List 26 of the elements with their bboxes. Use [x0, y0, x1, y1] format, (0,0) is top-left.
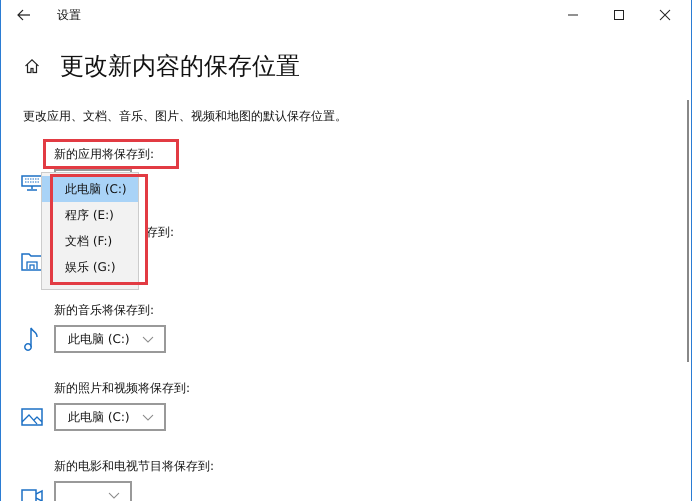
setting-label: 新的照片和视频将保存到:: [54, 380, 190, 396]
page-title: 更改新内容的保存位置: [60, 51, 300, 82]
close-icon[interactable]: [659, 9, 671, 21]
chevron-down-icon: [142, 336, 154, 342]
dropdown-option[interactable]: 此电脑 (C:): [42, 176, 138, 202]
scrollbar[interactable]: [687, 100, 689, 362]
folder-icon: [21, 251, 43, 271]
home-icon[interactable]: [24, 58, 40, 74]
video-icon: [21, 487, 43, 501]
picture-icon: [21, 408, 43, 426]
window-title: 设置: [57, 6, 81, 24]
chevron-down-icon: [108, 492, 120, 498]
page-description: 更改应用、文档、音乐、图片、视频和地图的默认保存位置。: [23, 108, 348, 125]
back-arrow-icon[interactable]: [17, 9, 31, 21]
drive-dropdown[interactable]: 此电脑 (C:): [54, 325, 166, 353]
monitor-icon: [21, 175, 43, 191]
setting-label: 新的电影和电视节目将保存到:: [54, 458, 214, 474]
chevron-down-icon: [142, 414, 154, 420]
maximize-icon[interactable]: [613, 9, 625, 21]
setting-label: 新的音乐将保存到:: [54, 302, 154, 318]
dropdown-option[interactable]: 娱乐 (G:): [42, 254, 138, 280]
drive-dropdown[interactable]: 此电脑 (C:): [54, 403, 166, 431]
drive-dropdown[interactable]: [54, 481, 132, 501]
dropdown-option[interactable]: 程序 (E:): [42, 202, 138, 228]
setting-label: 新的应用将保存到:: [54, 146, 154, 162]
dropdown-option[interactable]: 文档 (F:): [42, 228, 138, 254]
